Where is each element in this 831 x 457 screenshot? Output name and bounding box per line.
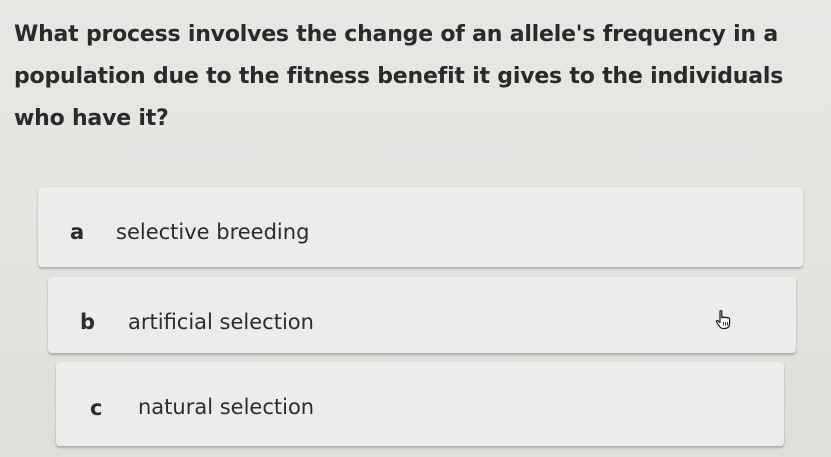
option-b[interactable]: b artificial selection <box>48 277 796 353</box>
hand-pointer-icon <box>715 310 731 330</box>
option-a[interactable]: a selective breeding <box>38 187 803 267</box>
question-text: What process involves the change of an a… <box>14 22 784 131</box>
option-letter: a <box>70 220 85 244</box>
option-label: natural selection <box>138 395 315 419</box>
option-label: selective breeding <box>116 220 310 244</box>
option-label: artificial selection <box>128 310 314 334</box>
option-letter: c <box>90 396 103 420</box>
option-c[interactable]: c natural selection <box>56 362 784 446</box>
option-letter: b <box>80 310 96 334</box>
